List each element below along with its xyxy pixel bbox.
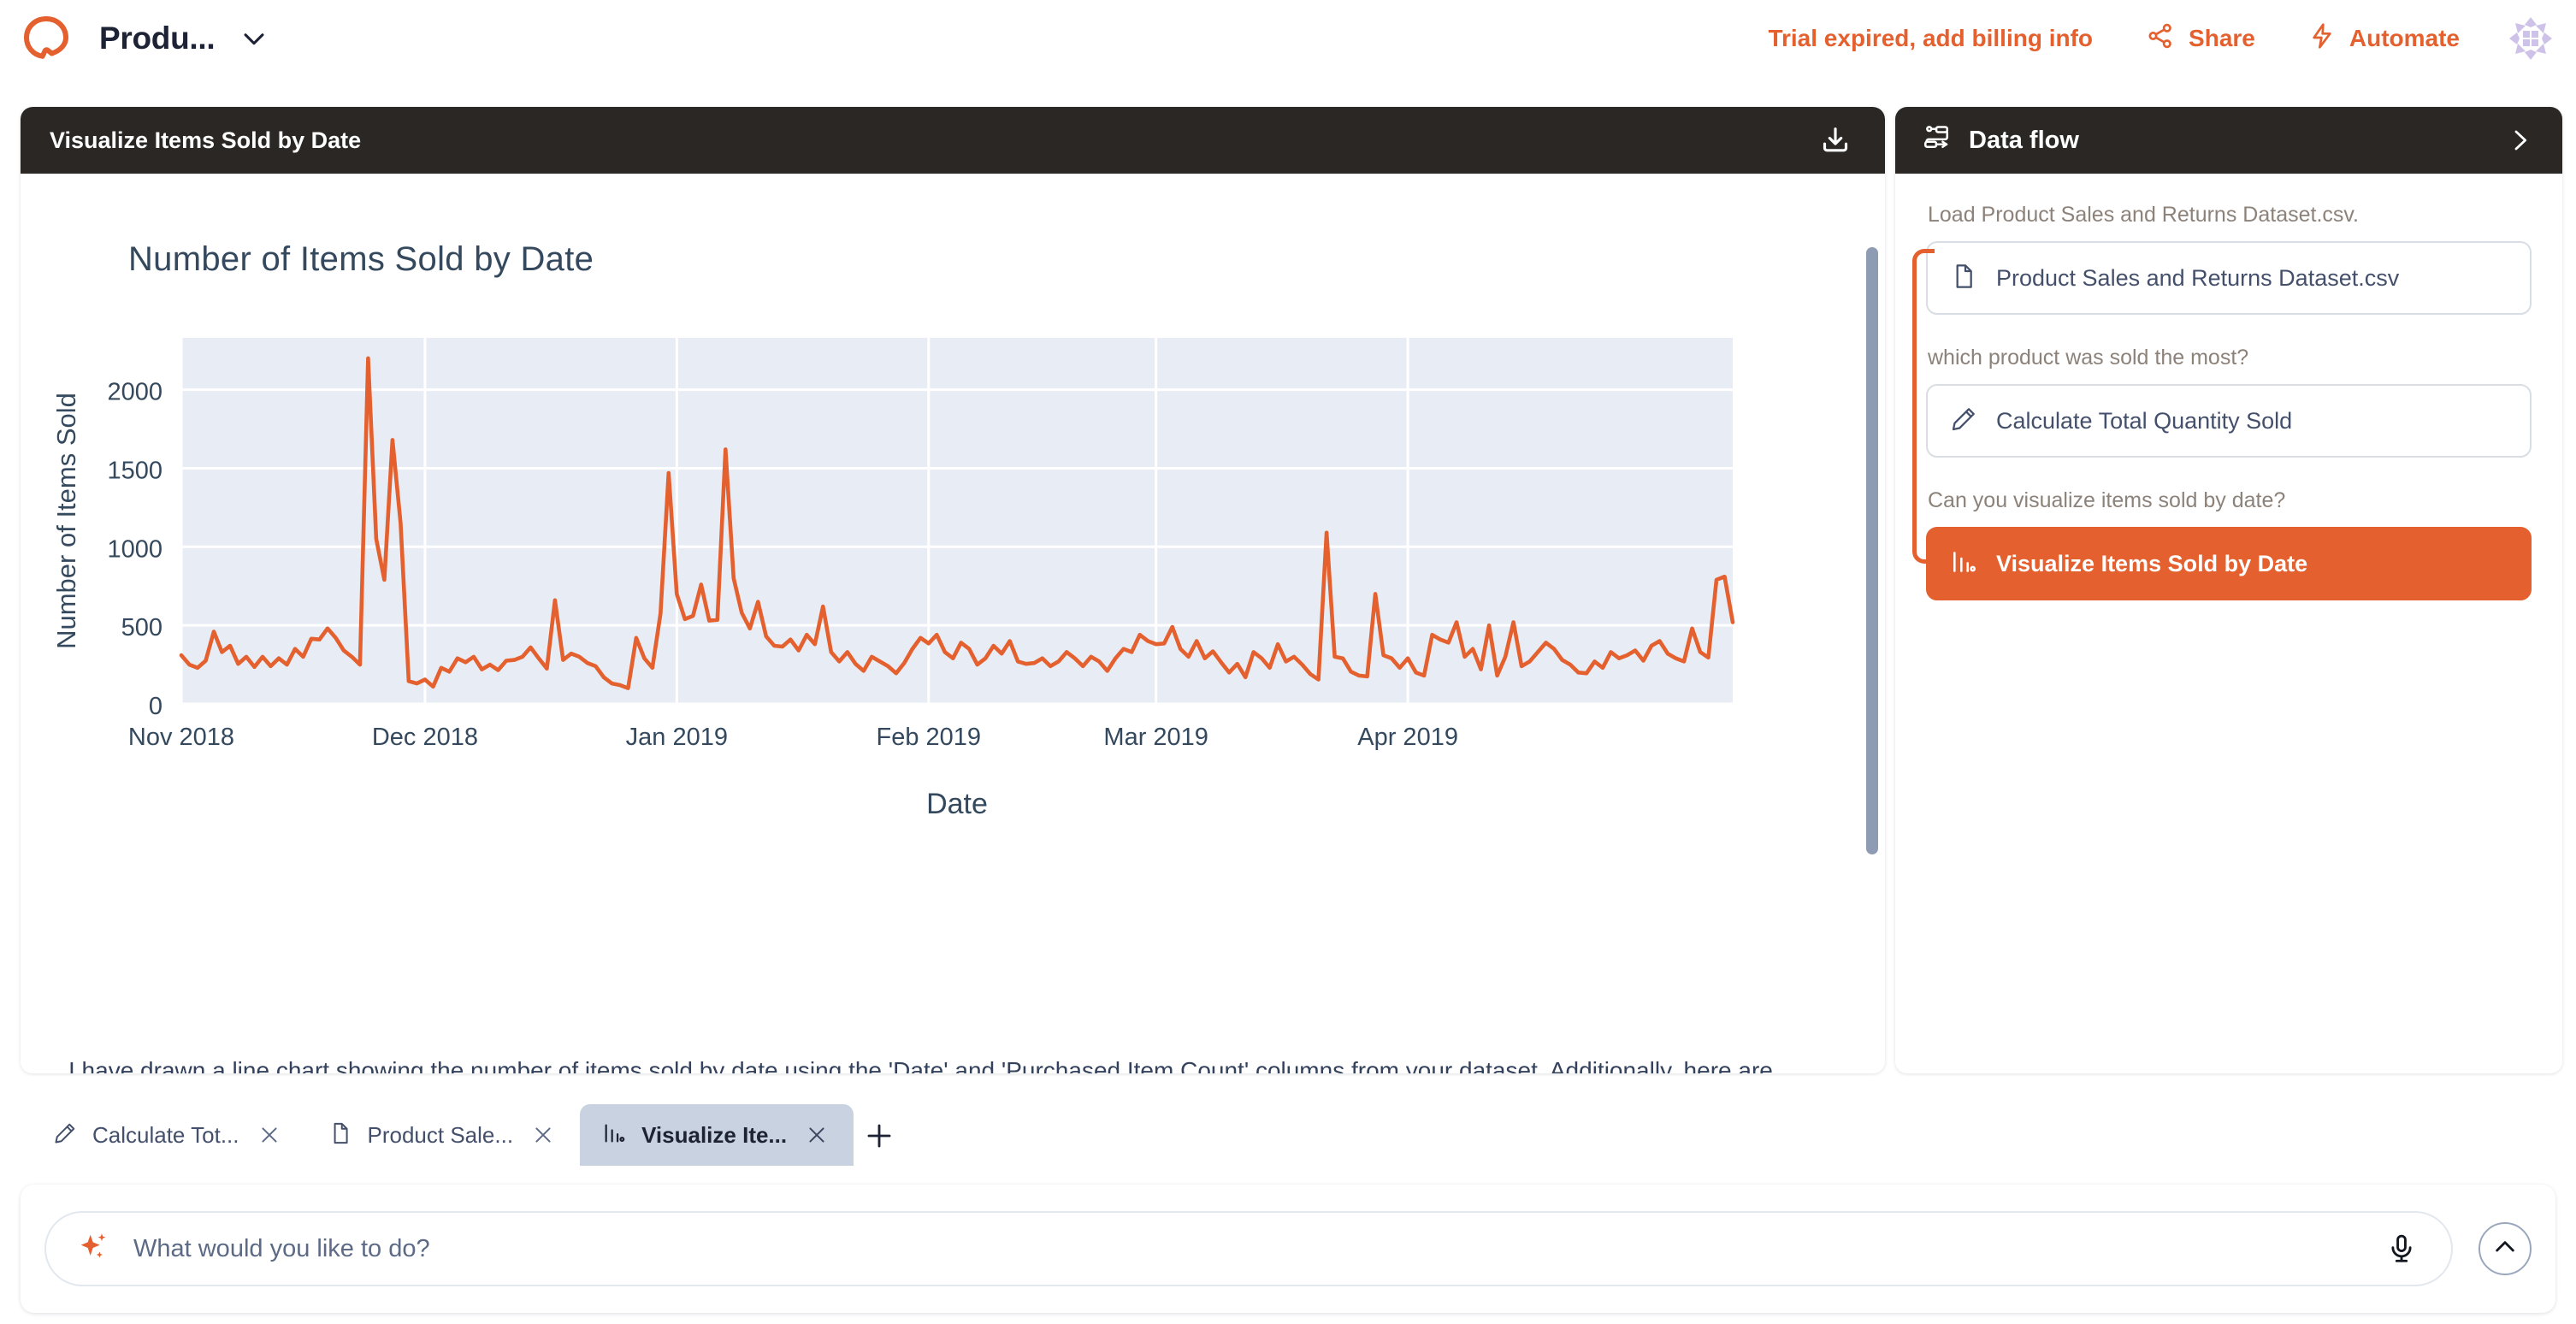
flow-card-load-dataset[interactable]: Product Sales and Returns Dataset.csv	[1926, 241, 2532, 315]
chevron-up-icon	[2491, 1233, 2519, 1265]
trial-expired-link[interactable]: Trial expired, add billing info	[1768, 25, 2093, 52]
svg-text:Jan 2019: Jan 2019	[626, 724, 728, 751]
data-flow-header: Data flow	[1895, 107, 2562, 174]
svg-text:Apr 2019: Apr 2019	[1357, 724, 1458, 751]
close-icon[interactable]	[802, 1120, 831, 1150]
chart-area: Number of Items Sold by Date 0 500 1000 150…	[21, 174, 1842, 858]
flow-card-label: Product Sales and Returns Dataset.csv	[1996, 264, 2400, 291]
flow-step-label: Load Product Sales and Returns Dataset.c…	[1928, 203, 2359, 227]
plus-icon[interactable]	[854, 1106, 905, 1166]
flow-card-label: Visualize Items Sold by Date	[1996, 550, 2308, 576]
bar-chart-icon	[602, 1121, 626, 1150]
close-icon[interactable]	[529, 1120, 558, 1150]
project-title: Produ...	[99, 21, 216, 56]
top-bar-actions: Trial expired, add billing info Share Au…	[1768, 15, 2576, 62]
svg-text:Nov 2018: Nov 2018	[128, 724, 234, 751]
tab-label: Product Sale...	[367, 1121, 514, 1148]
assistant-answer-text: I have drawn a line chart showing the nu…	[68, 1057, 1773, 1073]
pencil-icon	[53, 1121, 77, 1150]
microphone-icon[interactable]	[2383, 1230, 2420, 1268]
tab-label: Calculate Tot...	[92, 1121, 239, 1148]
svg-text:Mar 2019: Mar 2019	[1103, 724, 1208, 751]
share-nodes-icon	[2146, 21, 2175, 56]
send-button[interactable]	[2479, 1222, 2532, 1275]
prompt-placeholder: What would you like to do?	[133, 1234, 430, 1262]
svg-text:1500: 1500	[107, 457, 162, 484]
svg-text:1000: 1000	[107, 535, 162, 563]
flow-connector	[1912, 249, 1935, 564]
app-root: Produ... Trial expired, add billing info…	[0, 0, 2576, 1324]
chart-panel-title: Visualize Items Sold by Date	[50, 127, 362, 153]
tab-bar: Calculate Tot... Product Sale... Visuali…	[0, 1091, 1864, 1166]
share-label: Share	[2189, 25, 2255, 51]
share-button[interactable]: Share	[2146, 21, 2255, 56]
top-bar: Produ... Trial expired, add billing info…	[0, 0, 2576, 77]
svg-text:Date: Date	[926, 788, 988, 820]
svg-text:0: 0	[149, 693, 162, 720]
chart-panel-body: Number of Items Sold by Date 0 500 1000 150…	[21, 174, 1885, 1073]
chevron-down-icon[interactable]	[237, 21, 271, 56]
chevron-right-icon[interactable]	[2502, 123, 2537, 157]
tab-label: Visualize Ite...	[641, 1121, 788, 1148]
flow-step-label: which product was sold the most?	[1928, 346, 2249, 369]
file-icon	[328, 1121, 352, 1150]
tab-visualize-items[interactable]: Visualize Ite...	[580, 1104, 854, 1166]
vertical-scrollbar[interactable]	[1866, 247, 1878, 854]
lightning-bolt-icon	[2308, 22, 2336, 56]
sparkle-icon	[77, 1230, 111, 1268]
download-icon[interactable]	[1815, 120, 1856, 161]
svg-text:Feb 2019: Feb 2019	[876, 724, 981, 751]
svg-text:500: 500	[121, 614, 162, 641]
flow-step-label: Can you visualize items sold by date?	[1928, 488, 2286, 512]
avatar[interactable]	[2508, 15, 2554, 62]
flow-card-label: Calculate Total Quantity Sold	[1996, 407, 2293, 434]
svg-text:Dec 2018: Dec 2018	[372, 724, 478, 751]
data-flow-icon	[1921, 123, 1952, 158]
close-icon[interactable]	[255, 1120, 284, 1150]
data-flow-title: Data flow	[1969, 126, 2079, 154]
quill-q-logo-icon[interactable]	[22, 15, 70, 62]
file-icon	[1950, 263, 1977, 294]
data-flow-steps: Load Product Sales and Returns Dataset.c…	[1895, 174, 2562, 600]
tab-product-sales[interactable]: Product Sale...	[306, 1104, 581, 1166]
automate-button[interactable]: Automate	[2308, 22, 2460, 56]
automate-label: Automate	[2349, 25, 2460, 51]
line-chart: 0 500 1000 1500 2000 Nov 2018 Dec 2018 Jan 2019…	[51, 338, 1735, 820]
svg-text:2000: 2000	[107, 379, 162, 406]
pencil-icon	[1950, 405, 1977, 437]
chart-panel: Visualize Items Sold by Date Number of I…	[21, 107, 1885, 1073]
flow-card-visualize-items-sold[interactable]: Visualize Items Sold by Date	[1926, 527, 2532, 600]
flow-card-calculate-total-quantity[interactable]: Calculate Total Quantity Sold	[1926, 384, 2532, 458]
tab-calculate-total[interactable]: Calculate Tot...	[31, 1104, 306, 1166]
bar-chart-icon	[1950, 548, 1977, 580]
chart-panel-header: Visualize Items Sold by Date	[21, 107, 1885, 174]
composer-bar: What would you like to do?	[21, 1185, 2555, 1313]
prompt-input[interactable]: What would you like to do?	[44, 1211, 2453, 1286]
svg-text:Number of Items Sold: Number of Items Sold	[51, 393, 81, 649]
data-flow-panel: Data flow Load Product Sales and Returns…	[1895, 107, 2562, 1073]
